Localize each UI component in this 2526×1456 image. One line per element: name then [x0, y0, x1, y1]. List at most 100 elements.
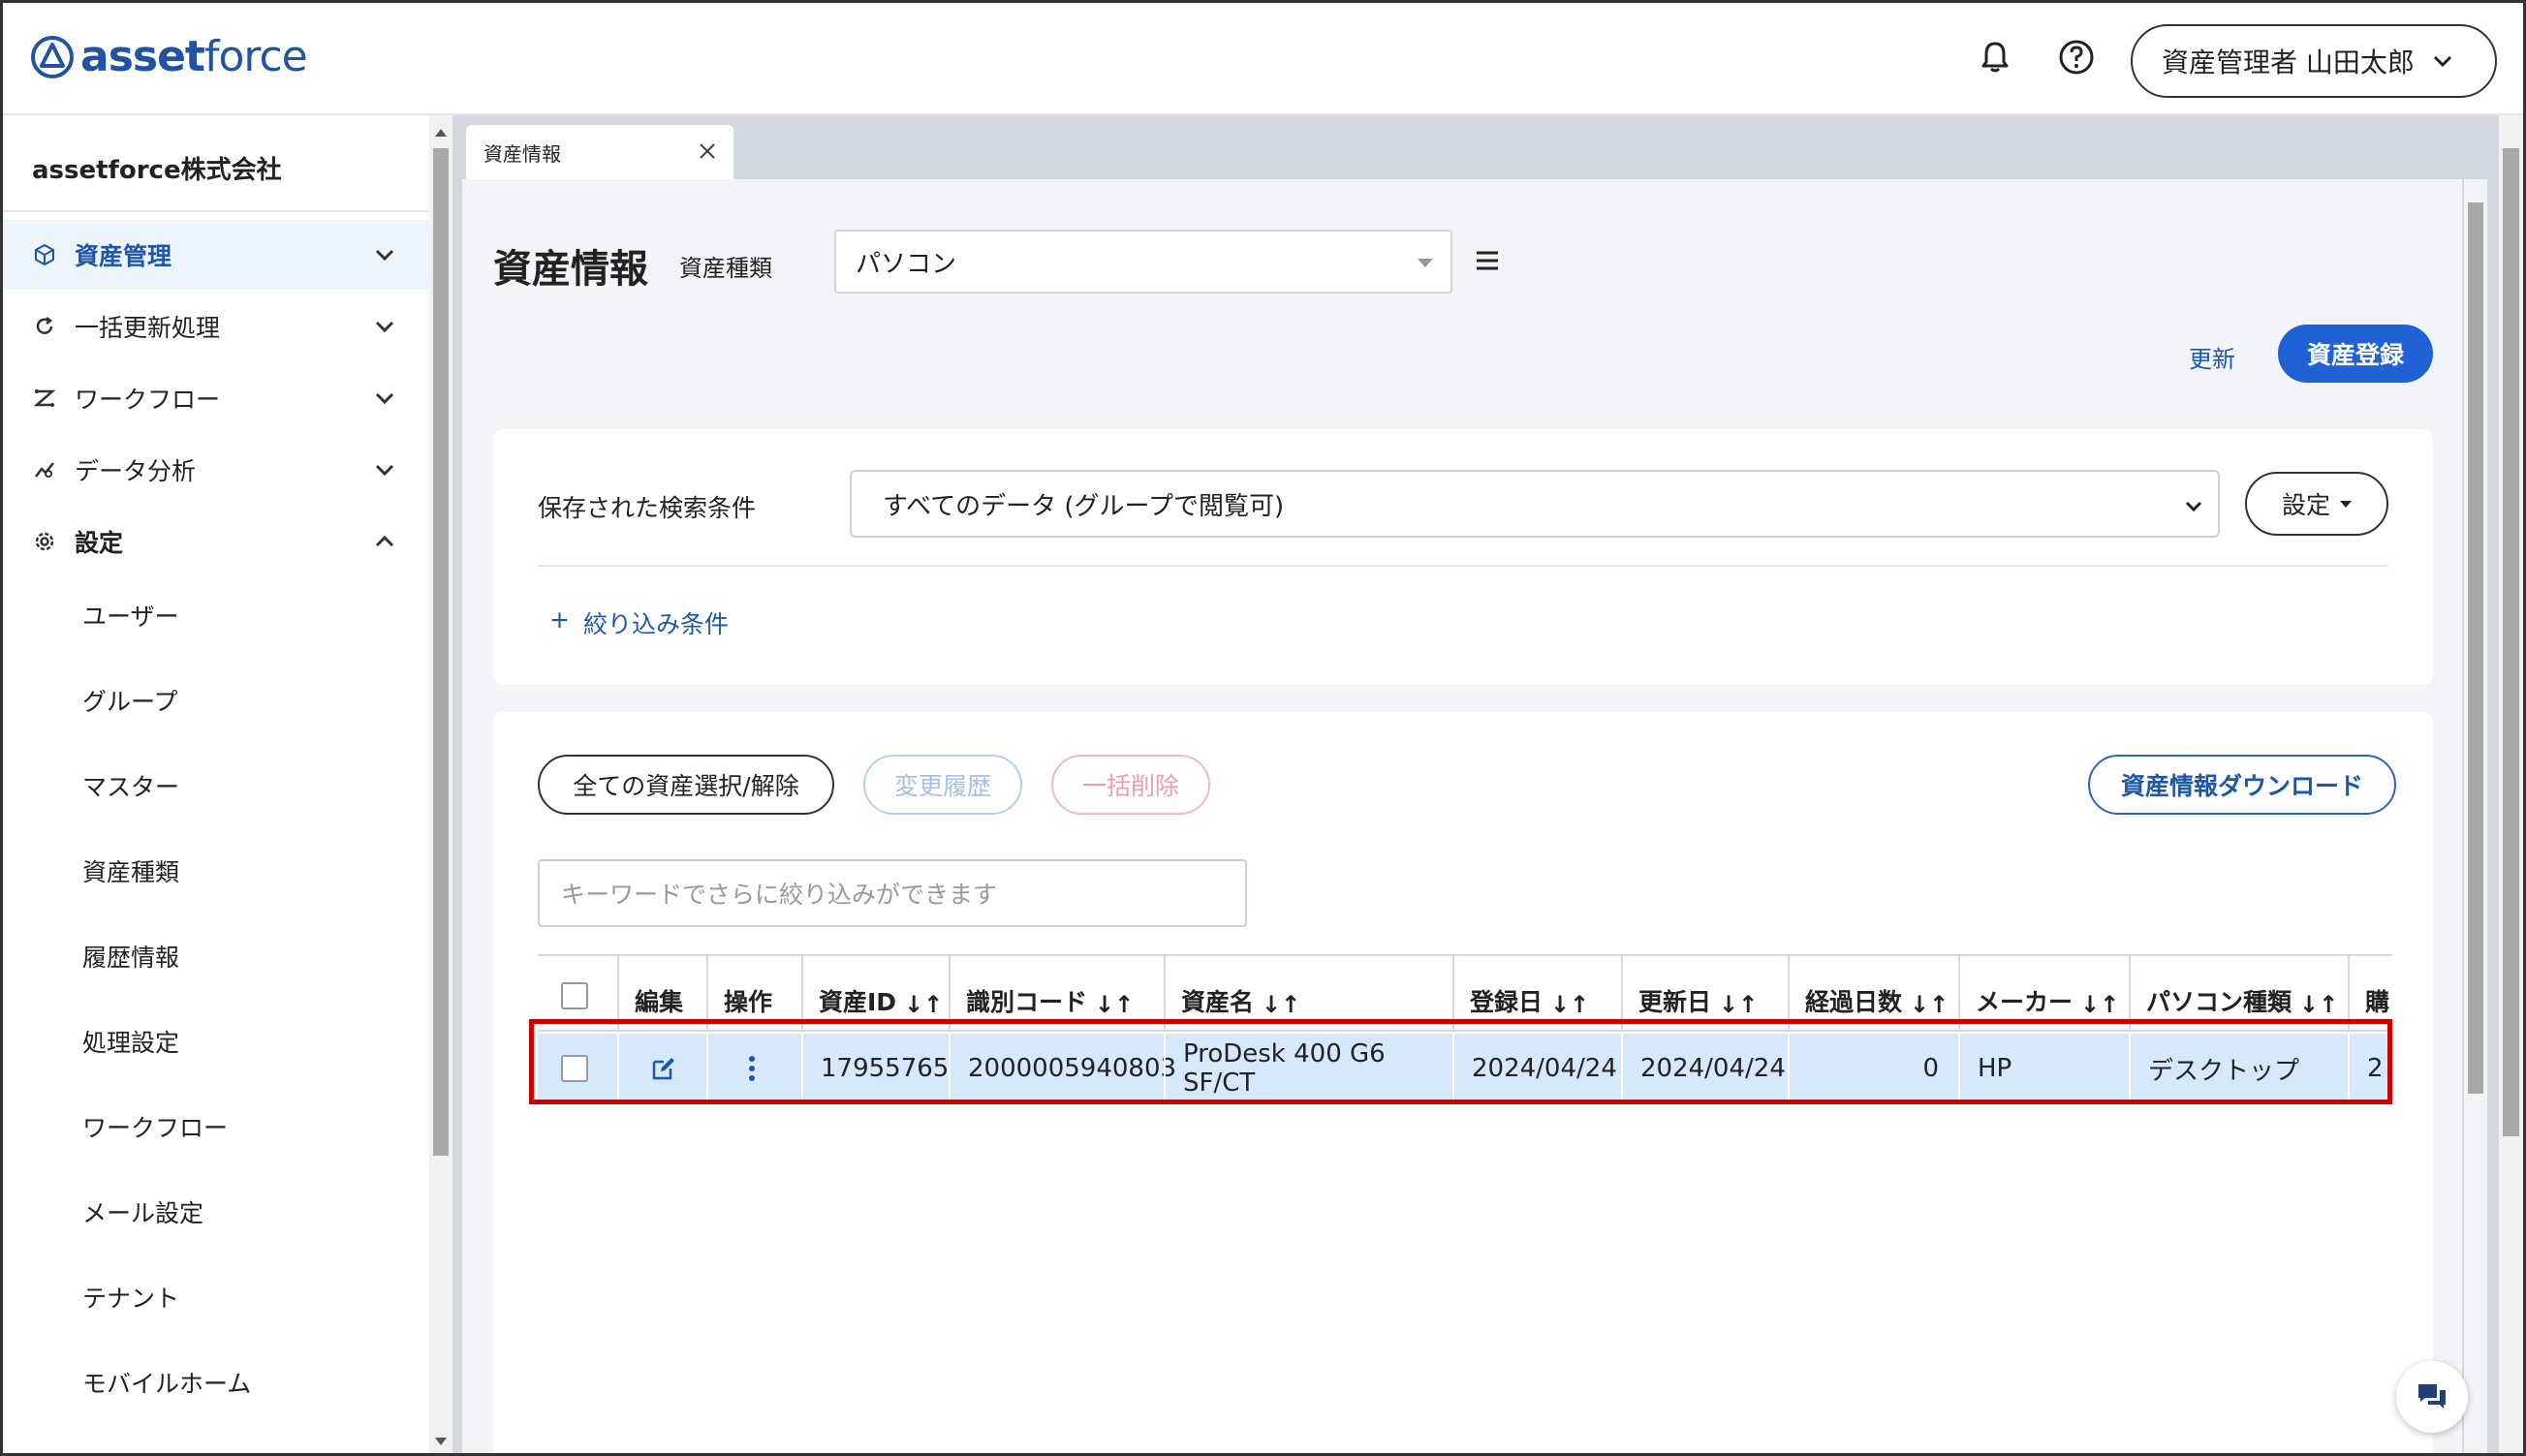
sort-icon[interactable]: ↓↑	[1262, 991, 1300, 1018]
column-header-days[interactable]: 経過日数 ↓↑	[1788, 956, 1958, 1032]
content-panel: 資産情報 資産種類 パソコン 更新 資産登録 保存された検索条件 すべてのデータ…	[462, 179, 2462, 1453]
column-header-actions: 操作	[706, 956, 801, 1032]
register-asset-button[interactable]: 資産登録	[2278, 325, 2433, 383]
chat-icon	[2418, 1384, 2446, 1409]
scrollbar-thumb[interactable]	[2503, 148, 2519, 1136]
chat-button[interactable]	[2396, 1361, 2468, 1433]
scrollbar-thumb[interactable]	[2468, 202, 2483, 1094]
maker-cell: HP	[1958, 1034, 2129, 1103]
sidebar-item-data-analysis[interactable]: データ分析	[3, 435, 429, 505]
saved-search-value: すべてのデータ (グループで閲覧可)	[883, 491, 1285, 521]
sort-icon[interactable]: ↓↑	[2080, 991, 2119, 1018]
sidebar-subitem-users[interactable]: ユーザー	[82, 598, 179, 633]
sort-icon[interactable]: ↓↑	[1095, 991, 1134, 1018]
column-header-registered[interactable]: 登録日 ↓↑	[1452, 956, 1621, 1032]
sidebar-divider	[3, 210, 429, 212]
asset-type-select[interactable]: パソコン	[834, 230, 1452, 294]
sidebar-item-asset-management[interactable]: 資産管理	[3, 220, 429, 290]
scrollbar-thumb[interactable]	[433, 148, 449, 1156]
content-scrollbar[interactable]	[2464, 179, 2487, 1453]
tab-label: 資産情報	[483, 141, 561, 166]
header-checkbox-cell	[538, 956, 617, 1032]
app-window: assetforce 資産管理者 山田太郎 assetforce株式会社 資産管…	[0, 0, 2526, 1456]
chevron-down-icon	[2185, 501, 2202, 512]
scroll-down-arrow[interactable]	[435, 1438, 447, 1445]
logo[interactable]: assetforce	[30, 32, 308, 81]
sidebar-item-label: 設定	[75, 529, 124, 557]
row-checkbox-cell	[538, 1034, 617, 1103]
chevron-down-icon	[2433, 55, 2451, 68]
days-cell: 0	[1788, 1034, 1958, 1103]
user-menu-button[interactable]: 資産管理者 山田太郎	[2131, 24, 2497, 98]
column-header-purchase[interactable]: 購	[2348, 956, 2392, 1032]
sidebar-subitem-workflow[interactable]: ワークフロー	[82, 1109, 228, 1144]
sidebar-item-label: 資産管理	[75, 242, 172, 270]
edit-cell	[617, 1034, 706, 1103]
keyword-search-input[interactable]: キーワードでさらに絞り込みができます	[538, 859, 1247, 927]
sidebar-subitem-mobile-home[interactable]: モバイルホーム	[82, 1365, 251, 1400]
table-row[interactable]: 17955765 2000005940803 ProDesk 400 G6 SF…	[538, 1034, 2392, 1103]
sort-icon[interactable]: ↓↑	[1910, 991, 1949, 1018]
asset-id-cell: 17955765	[801, 1034, 949, 1103]
registered-cell: 2024/04/24	[1452, 1034, 1621, 1103]
add-filter-link[interactable]: + 絞り込み条件	[549, 605, 729, 640]
sidebar-subitem-master[interactable]: マスター	[82, 768, 179, 803]
sidebar-item-bulk-update[interactable]: 一括更新処理	[3, 292, 429, 361]
sort-icon[interactable]: ↓↑	[2299, 991, 2338, 1018]
column-header-pc-type[interactable]: パソコン種類 ↓↑	[2129, 956, 2348, 1032]
sidebar-scrollbar[interactable]	[429, 115, 452, 1453]
sidebar-subitem-process-settings[interactable]: 処理設定	[82, 1024, 179, 1059]
change-history-button[interactable]: 変更履歴	[863, 755, 1022, 815]
bulk-delete-button[interactable]: 一括削除	[1051, 755, 1210, 815]
column-header-updated[interactable]: 更新日 ↓↑	[1621, 956, 1788, 1032]
search-settings-button[interactable]: 設定	[2245, 472, 2388, 536]
filter-label: 絞り込み条件	[582, 610, 729, 638]
refresh-icon	[32, 314, 57, 339]
asset-type-label: 資産種類	[679, 255, 772, 282]
search-card: 保存された検索条件 すべてのデータ (グループで閲覧可) 設定 + 絞り込み条件	[493, 429, 2433, 685]
sidebar-item-label: 一括更新処理	[75, 314, 221, 342]
sidebar-item-label: ワークフロー	[75, 386, 221, 414]
updated-cell: 2024/04/24	[1621, 1034, 1788, 1103]
sidebar-item-settings[interactable]: 設定	[3, 507, 429, 576]
chevron-up-icon	[375, 535, 394, 547]
row-checkbox[interactable]	[561, 1055, 588, 1082]
main-area: 資産情報 資産情報 資産種類 パソコン 更新 資産登録 保存された検索条件 すべ…	[452, 115, 2499, 1453]
caret-down-icon	[1418, 259, 1433, 267]
download-button[interactable]: 資産情報ダウンロード	[2088, 755, 2396, 815]
sidebar-subitem-history[interactable]: 履歴情報	[82, 939, 179, 974]
user-name: 資産管理者 山田太郎	[2162, 46, 2415, 78]
refresh-link[interactable]: 更新	[2189, 340, 2235, 374]
main-scrollbar[interactable]	[2499, 115, 2523, 1453]
column-header-maker[interactable]: メーカー ↓↑	[1958, 956, 2129, 1032]
logo-text: assetforce	[80, 32, 308, 81]
chevron-down-icon	[375, 321, 394, 333]
column-header-asset-id[interactable]: 資産ID ↓↑	[801, 956, 949, 1032]
scroll-up-arrow[interactable]	[435, 129, 447, 137]
column-header-name[interactable]: 資産名 ↓↑	[1164, 956, 1452, 1032]
sidebar-subitem-asset-types[interactable]: 資産種類	[82, 853, 179, 888]
column-header-code[interactable]: 識別コード ↓↑	[949, 956, 1164, 1032]
sort-icon[interactable]: ↓↑	[904, 991, 943, 1018]
tab-asset-info[interactable]: 資産情報	[466, 125, 733, 179]
select-all-checkbox[interactable]	[561, 982, 588, 1009]
help-icon[interactable]	[2055, 36, 2098, 78]
saved-search-label: 保存された検索条件	[538, 494, 757, 522]
app-header: assetforce 資産管理者 山田太郎	[3, 3, 2523, 115]
close-icon[interactable]	[697, 140, 718, 162]
sidebar-subitem-tenant[interactable]: テナント	[82, 1280, 179, 1315]
select-all-button[interactable]: 全ての資産選択/解除	[538, 755, 834, 815]
edit-icon[interactable]	[650, 1055, 677, 1082]
saved-search-select[interactable]: すべてのデータ (グループで閲覧可)	[850, 470, 2220, 538]
sort-icon[interactable]: ↓↑	[1719, 991, 1758, 1018]
sort-icon[interactable]: ↓↑	[1550, 991, 1589, 1018]
bell-icon[interactable]	[1974, 36, 2016, 78]
sidebar-item-workflow[interactable]: ワークフロー	[3, 363, 429, 433]
kebab-menu-icon[interactable]	[747, 1054, 757, 1083]
hamburger-menu-icon[interactable]	[1472, 245, 1503, 276]
sidebar-subitem-mail-settings[interactable]: メール設定	[82, 1194, 203, 1229]
actions-cell	[706, 1034, 801, 1103]
chevron-down-icon	[375, 464, 394, 477]
cube-icon	[32, 242, 57, 267]
sidebar-subitem-groups[interactable]: グループ	[82, 683, 178, 718]
